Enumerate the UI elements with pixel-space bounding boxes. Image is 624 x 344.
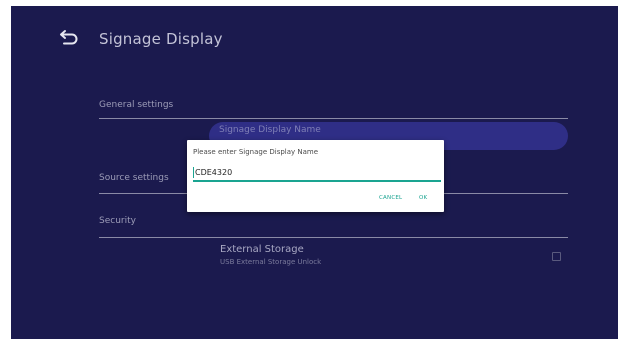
back-arrow-icon[interactable]	[59, 28, 81, 46]
signage-display-name-label: Signage Display Name	[219, 125, 321, 135]
section-general-settings[interactable]: General settings	[99, 100, 173, 110]
external-storage-checkbox[interactable]	[552, 252, 561, 261]
divider	[99, 118, 568, 119]
text-cursor	[193, 167, 194, 178]
dialog-title: Please enter Signage Display Name	[193, 148, 319, 156]
section-security[interactable]: Security	[99, 216, 136, 226]
divider	[99, 237, 568, 238]
section-source-settings[interactable]: Source settings	[99, 173, 169, 183]
settings-screen: Signage Display General settings Signage…	[11, 6, 618, 339]
page-title: Signage Display	[99, 30, 223, 48]
cancel-button[interactable]: CANCEL	[379, 195, 402, 201]
display-name-input[interactable]	[193, 166, 440, 179]
external-storage-title[interactable]: External Storage	[220, 244, 304, 255]
input-underline	[193, 180, 441, 182]
external-storage-subtitle: USB External Storage Unlock	[220, 258, 322, 266]
ok-button[interactable]: OK	[419, 195, 427, 201]
name-input-dialog: Please enter Signage Display Name CANCEL…	[187, 140, 444, 212]
